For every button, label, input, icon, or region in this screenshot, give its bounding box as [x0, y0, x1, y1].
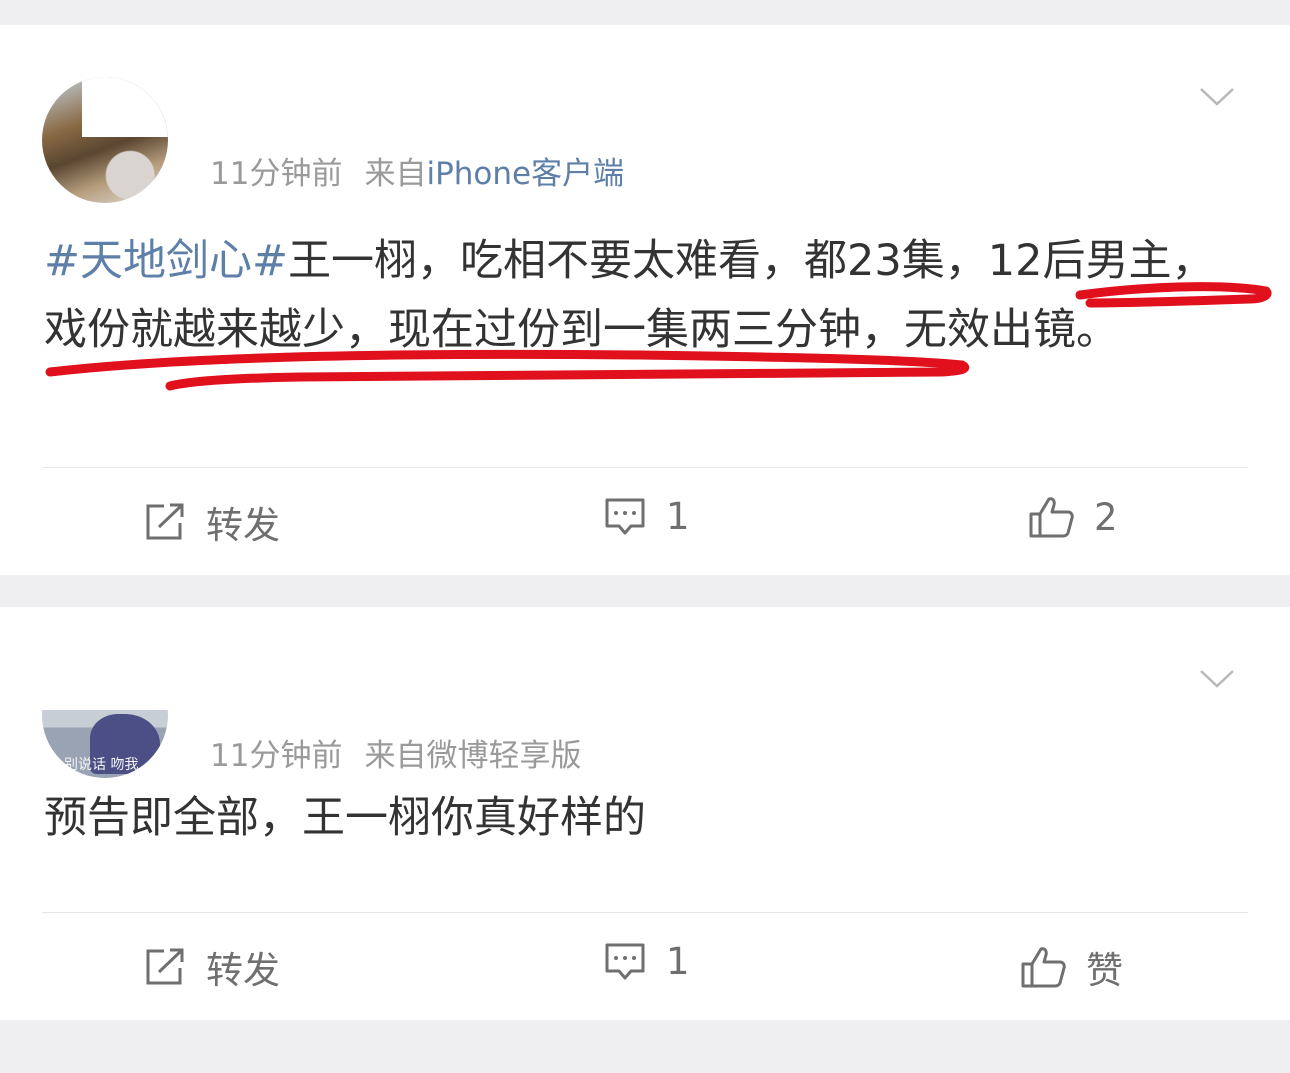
avatar-caption: 别说话 吻我 — [64, 757, 139, 773]
post-meta: 11分钟前 来自微博轻享版 — [210, 730, 581, 775]
repost-button[interactable]: 转发 — [144, 940, 280, 994]
like-button[interactable]: 赞 — [1020, 940, 1123, 994]
thumbs-up-icon — [1029, 497, 1074, 538]
divider — [42, 467, 1248, 468]
post-source[interactable]: 微博轻享版 — [426, 738, 581, 774]
like-label: 赞 — [1086, 949, 1123, 992]
avatar[interactable] — [42, 77, 168, 203]
post-source-prefix: 来自 — [364, 738, 427, 774]
repost-label: 转发 — [206, 504, 280, 547]
thumbs-up-icon — [1021, 947, 1066, 988]
repost-button[interactable]: 转发 — [144, 495, 280, 549]
repost-label: 转发 — [206, 949, 280, 992]
comment-count: 1 — [666, 495, 690, 538]
post-source-prefix: 来自 — [364, 156, 427, 192]
like-count: 2 — [1094, 495, 1118, 539]
comment-button[interactable]: 1 — [604, 495, 690, 538]
comment-button[interactable]: 1 — [604, 940, 690, 983]
post-card[interactable]: 11分钟前 来自iPhone客户端 #天地剑心#王一栩，吃相不要太难看，都23集，… — [0, 25, 1290, 575]
post-text: 预告即全部，王一栩你真好样的 — [44, 793, 646, 843]
share-icon — [146, 503, 184, 540]
topic-link[interactable]: #天地剑心# — [44, 236, 288, 286]
comment-icon — [605, 943, 645, 979]
chevron-down-icon[interactable] — [1200, 669, 1234, 689]
post-content: #天地剑心#王一栩，吃相不要太难看，都23集，12后男主，戏份就越来越少，现在过… — [44, 227, 1249, 437]
comment-icon — [605, 498, 645, 534]
like-button[interactable]: 2 — [1028, 495, 1118, 539]
comment-count: 1 — [666, 940, 690, 983]
share-icon — [146, 948, 184, 985]
post-meta: 11分钟前 来自iPhone客户端 — [210, 148, 624, 193]
post-time: 11分钟前 — [210, 738, 343, 774]
chevron-down-icon[interactable] — [1200, 87, 1234, 107]
post-card[interactable]: 别说话 吻我 11分钟前 来自微博轻享版 预告即全部，王一栩你真好样的 转发 1 … — [0, 607, 1290, 1020]
post-content: 预告即全部，王一栩你真好样的 — [44, 784, 1249, 853]
post-source[interactable]: iPhone客户端 — [426, 156, 624, 192]
post-time: 11分钟前 — [210, 156, 343, 192]
divider — [42, 912, 1248, 913]
avatar[interactable]: 别说话 吻我 — [42, 652, 168, 778]
